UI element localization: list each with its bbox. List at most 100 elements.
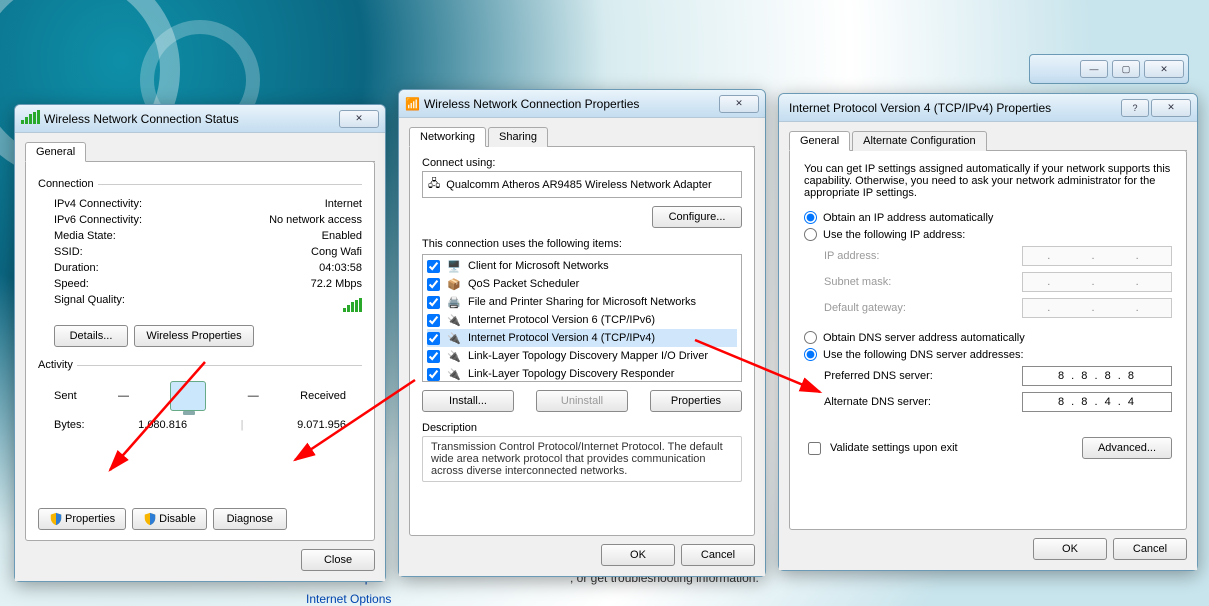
tab-general[interactable]: General <box>25 142 86 162</box>
connection-item[interactable]: 🔌Internet Protocol Version 6 (TCP/IPv6) <box>427 311 737 329</box>
validate-label: Validate settings upon exit <box>830 442 958 454</box>
client-icon: 🖥️ <box>446 258 462 274</box>
bg-close-button[interactable]: ✕ <box>1144 60 1184 78</box>
conn-props-title: Wireless Network Connection Properties <box>424 97 717 111</box>
item-checkbox[interactable] <box>427 260 440 273</box>
gateway-label: Default gateway: <box>824 302 906 314</box>
radio-ip-auto[interactable] <box>804 211 817 224</box>
protocol-icon: 🔌 <box>446 348 462 364</box>
item-label: Internet Protocol Version 4 (TCP/IPv4) <box>468 332 655 344</box>
item-label: Internet Protocol Version 6 (TCP/IPv6) <box>468 314 655 326</box>
fileprint-icon: 🖨️ <box>446 294 462 310</box>
details-button[interactable]: Details... <box>54 325 128 347</box>
speed-value: 72.2 Mbps <box>311 278 362 290</box>
signal-quality-label: Signal Quality: <box>54 294 125 315</box>
item-label: File and Printer Sharing for Microsoft N… <box>468 296 696 308</box>
radio-dns-manual-label: Use the following DNS server addresses: <box>823 349 1024 361</box>
status-dialog: Wireless Network Connection Status ✕ Gen… <box>14 104 386 582</box>
conn-props-titlebar[interactable]: 📶 Wireless Network Connection Properties… <box>399 90 765 118</box>
ipv4-value: Internet <box>325 198 362 210</box>
status-dialog-title: Wireless Network Connection Status <box>44 112 337 126</box>
alt-dns-input[interactable] <box>1022 392 1172 412</box>
item-properties-button[interactable]: Properties <box>650 390 742 412</box>
item-checkbox[interactable] <box>427 368 440 381</box>
close-button[interactable]: Close <box>301 549 375 571</box>
items-label: This connection uses the following items… <box>422 238 742 250</box>
item-checkbox[interactable] <box>427 314 440 327</box>
tab-networking[interactable]: Networking <box>409 127 486 147</box>
bg-minimize-button[interactable]: — <box>1080 60 1108 78</box>
ip-address-label: IP address: <box>824 250 879 262</box>
properties-button-label: Properties <box>65 513 115 525</box>
ipv4-close-button[interactable]: ✕ <box>1151 99 1191 117</box>
item-checkbox[interactable] <box>427 350 440 363</box>
ipv4-cancel-button[interactable]: Cancel <box>1113 538 1187 560</box>
ipv4-properties-dialog: Internet Protocol Version 4 (TCP/IPv4) P… <box>778 93 1198 571</box>
subnet-input <box>1022 272 1172 292</box>
connection-item[interactable]: 📦 QoS Packet Scheduler <box>427 275 737 293</box>
ipv4-help-button[interactable]: ? <box>1121 99 1149 117</box>
ipv4-label: IPv4 Connectivity: <box>54 198 142 210</box>
items-listbox[interactable]: 🖥️Client for Microsoft Networks📦 QoS Pack… <box>422 254 742 382</box>
gateway-input <box>1022 298 1172 318</box>
radio-dns-auto[interactable] <box>804 331 817 344</box>
connection-label: Connection <box>38 178 94 190</box>
validate-checkbox[interactable] <box>808 442 821 455</box>
connection-item[interactable]: 🔌Internet Protocol Version 4 (TCP/IPv4) <box>427 329 737 347</box>
bytes-label: Bytes: <box>54 419 85 431</box>
media-state-label: Media State: <box>54 230 116 242</box>
item-checkbox[interactable] <box>427 296 440 309</box>
pref-dns-input[interactable] <box>1022 366 1172 386</box>
connection-item[interactable]: 🖥️Client for Microsoft Networks <box>427 257 737 275</box>
configure-button[interactable]: Configure... <box>652 206 742 228</box>
qos-icon: 📦 <box>446 276 462 292</box>
description-text: Transmission Control Protocol/Internet P… <box>422 436 742 482</box>
bg-maximize-button[interactable]: ▢ <box>1112 60 1140 78</box>
ipv4-ok-button[interactable]: OK <box>1033 538 1107 560</box>
radio-ip-manual[interactable] <box>804 228 817 241</box>
install-button[interactable]: Install... <box>422 390 514 412</box>
bytes-sent-value: 1.080.816 <box>138 419 187 431</box>
background-window-controls: — ▢ ✕ <box>1029 54 1189 84</box>
duration-value: 04:03:58 <box>319 262 362 274</box>
connection-item[interactable]: 🖨️ File and Printer Sharing for Microsoft… <box>427 293 737 311</box>
status-dialog-titlebar[interactable]: Wireless Network Connection Status ✕ <box>15 105 385 133</box>
item-label: Link-Layer Topology Discovery Responder <box>468 368 674 380</box>
ipv4-title: Internet Protocol Version 4 (TCP/IPv4) P… <box>789 101 1119 115</box>
wireless-properties-button[interactable]: Wireless Properties <box>134 325 254 347</box>
diagnose-button[interactable]: Diagnose <box>213 508 287 530</box>
cancel-button[interactable]: Cancel <box>681 544 755 566</box>
activity-label: Activity <box>38 359 73 371</box>
adapter-field: 🖧 Qualcomm Atheros AR9485 Wireless Netwo… <box>422 171 742 198</box>
connection-item[interactable]: 🔌 Link-Layer Topology Discovery Mapper I/… <box>427 347 737 365</box>
tab-ipv4-general[interactable]: General <box>789 131 850 151</box>
advanced-button[interactable]: Advanced... <box>1082 437 1172 459</box>
media-state-value: Enabled <box>322 230 362 242</box>
pref-dns-label: Preferred DNS server: <box>824 370 933 382</box>
tab-sharing[interactable]: Sharing <box>488 127 548 147</box>
adapter-icon: 🖧 <box>428 175 440 194</box>
sidebar-link-internet-options[interactable]: Internet Options <box>306 592 391 606</box>
connection-properties-dialog: 📶 Wireless Network Connection Properties… <box>398 89 766 577</box>
properties-button[interactable]: Properties <box>38 508 126 530</box>
item-checkbox[interactable] <box>427 278 440 291</box>
item-checkbox[interactable] <box>427 332 440 345</box>
ok-button[interactable]: OK <box>601 544 675 566</box>
item-label: Link-Layer Topology Discovery Mapper I/O… <box>468 350 708 362</box>
shield-icon <box>49 512 63 526</box>
tab-ipv4-alt[interactable]: Alternate Configuration <box>852 131 987 151</box>
connection-item[interactable]: 🔌Link-Layer Topology Discovery Responder <box>427 365 737 382</box>
shield-icon <box>143 512 157 526</box>
ssid-label: SSID: <box>54 246 83 258</box>
radio-ip-auto-label: Obtain an IP address automatically <box>823 212 993 224</box>
item-label: QoS Packet Scheduler <box>468 278 579 290</box>
disable-button[interactable]: Disable <box>132 508 207 530</box>
activity-received-label: Received <box>300 390 346 402</box>
status-dialog-close-button[interactable]: ✕ <box>339 110 379 128</box>
radio-dns-manual[interactable] <box>804 348 817 361</box>
conn-props-close-button[interactable]: ✕ <box>719 95 759 113</box>
activity-sent-label: Sent <box>54 390 77 402</box>
disable-button-label: Disable <box>159 513 196 525</box>
ipv4-titlebar[interactable]: Internet Protocol Version 4 (TCP/IPv4) P… <box>779 94 1197 122</box>
connect-using-label: Connect using: <box>422 157 742 169</box>
